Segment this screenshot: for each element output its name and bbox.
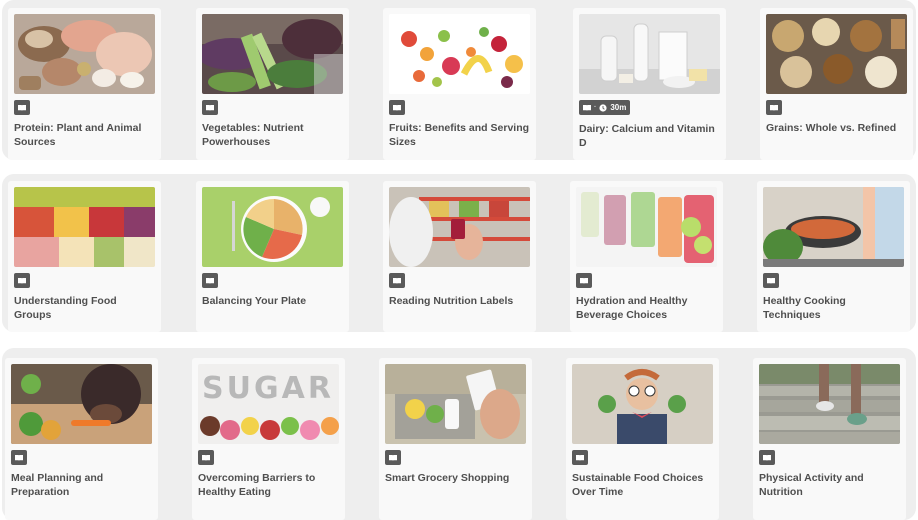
course-thumbnail	[579, 14, 720, 94]
book-icon	[389, 454, 397, 461]
course-type-badge	[14, 273, 30, 288]
course-thumbnail	[385, 364, 526, 444]
course-type-badge	[576, 273, 592, 288]
course-type-badge	[766, 100, 782, 115]
course-card[interactable]: Meal Planning and Preparation	[5, 358, 158, 520]
book-icon	[576, 454, 584, 461]
course-thumbnail	[389, 187, 530, 267]
course-title[interactable]: Vegetables: Nutrient Powerhouses	[202, 121, 343, 149]
course-card[interactable]: Vegetables: Nutrient Powerhouses	[196, 8, 349, 160]
course-thumbnail	[763, 187, 904, 267]
course-type-badge	[202, 100, 218, 115]
course-card[interactable]: Smart Grocery Shopping	[379, 358, 532, 520]
course-thumbnail	[14, 14, 155, 94]
book-icon	[770, 104, 778, 111]
course-title[interactable]: Meal Planning and Preparation	[11, 471, 152, 499]
course-thumbnail	[202, 187, 343, 267]
course-title[interactable]: Overcoming Barriers to Healthy Eating	[198, 471, 339, 499]
course-title[interactable]: Protein: Plant and Animal Sources	[14, 121, 155, 149]
book-icon	[18, 104, 26, 111]
course-card[interactable]: Hydration and Healthy Beverage Choices	[570, 181, 723, 332]
course-title[interactable]: Smart Grocery Shopping	[385, 471, 526, 485]
course-title[interactable]: Grains: Whole vs. Refined	[766, 121, 907, 135]
book-icon	[202, 454, 210, 461]
sugar-text: SUGAR	[202, 371, 334, 406]
course-title[interactable]: Hydration and Healthy Beverage Choices	[576, 294, 717, 322]
course-card[interactable]: Balancing Your Plate	[196, 181, 349, 332]
course-thumbnail	[576, 187, 717, 267]
clock-icon	[599, 103, 607, 112]
book-icon	[763, 454, 771, 461]
course-thumbnail	[766, 14, 907, 94]
course-type-badge	[385, 450, 401, 465]
course-type-badge: · 30m	[579, 100, 631, 115]
course-row-2: Understanding Food Groups Balancing Your…	[2, 174, 916, 332]
course-type-badge	[389, 100, 405, 115]
book-icon	[767, 277, 775, 284]
course-thumbnail: SUGAR	[198, 364, 339, 444]
course-thumbnail	[14, 187, 155, 267]
course-type-badge	[389, 273, 405, 288]
course-card[interactable]: Grains: Whole vs. Refined	[760, 8, 913, 160]
course-type-badge	[198, 450, 214, 465]
course-thumbnail	[389, 14, 530, 94]
book-icon	[393, 277, 401, 284]
book-icon	[15, 454, 23, 461]
course-title[interactable]: Reading Nutrition Labels	[389, 294, 530, 308]
course-card[interactable]: SUGAR Overcoming Barriers to Healthy Eat…	[192, 358, 345, 520]
book-icon	[583, 104, 591, 111]
course-type-badge	[763, 273, 779, 288]
course-thumbnail	[759, 364, 900, 444]
course-grid: Protein: Plant and Animal Sources Vegeta…	[0, 0, 918, 520]
book-icon	[206, 277, 214, 284]
course-card[interactable]: · 30m Dairy: Calcium and Vitamin D	[573, 8, 726, 160]
course-type-badge	[759, 450, 775, 465]
course-row-3: Meal Planning and Preparation SUGAR Over…	[2, 348, 916, 520]
course-card[interactable]: Reading Nutrition Labels	[383, 181, 536, 332]
course-title[interactable]: Fruits: Benefits and Serving Sizes	[389, 121, 530, 149]
course-card[interactable]: Healthy Cooking Techniques	[757, 181, 910, 332]
course-card[interactable]: Physical Activity and Nutrition	[753, 358, 906, 520]
course-card[interactable]: Fruits: Benefits and Serving Sizes	[383, 8, 536, 160]
course-title[interactable]: Dairy: Calcium and Vitamin D	[579, 122, 720, 150]
course-type-badge	[572, 450, 588, 465]
course-title[interactable]: Sustainable Food Choices Over Time	[572, 471, 713, 499]
course-card[interactable]: Understanding Food Groups	[8, 181, 161, 332]
course-thumbnail	[11, 364, 152, 444]
course-type-badge	[14, 100, 30, 115]
course-row-1: Protein: Plant and Animal Sources Vegeta…	[2, 0, 916, 160]
course-card[interactable]: Sustainable Food Choices Over Time	[566, 358, 719, 520]
book-icon	[393, 104, 401, 111]
course-title[interactable]: Understanding Food Groups	[14, 294, 155, 322]
course-title[interactable]: Healthy Cooking Techniques	[763, 294, 904, 322]
course-thumbnail	[202, 14, 343, 94]
course-type-badge	[202, 273, 218, 288]
course-type-badge	[11, 450, 27, 465]
book-icon	[18, 277, 26, 284]
course-thumbnail	[572, 364, 713, 444]
course-title[interactable]: Balancing Your Plate	[202, 294, 343, 308]
duration-separator: ·	[594, 104, 597, 111]
course-title[interactable]: Physical Activity and Nutrition	[759, 471, 900, 499]
book-icon	[206, 104, 214, 111]
course-duration: 30m	[610, 103, 627, 112]
book-icon	[580, 277, 588, 284]
course-card[interactable]: Protein: Plant and Animal Sources	[8, 8, 161, 160]
